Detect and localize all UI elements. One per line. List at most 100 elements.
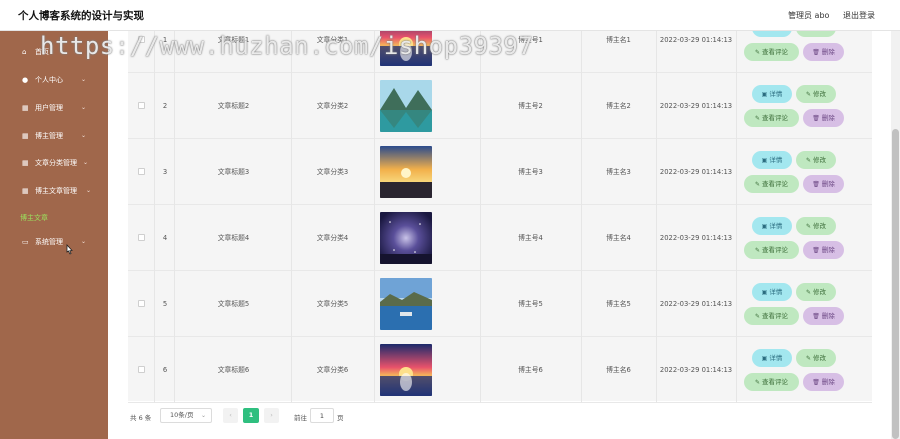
detail-label: 详情: [769, 288, 783, 296]
detail-button[interactable]: ▣详情: [752, 31, 792, 37]
edit-button[interactable]: ✎修改: [796, 217, 836, 235]
article-category: 文章分类5: [316, 300, 349, 308]
scrollbar-thumb[interactable]: [892, 129, 899, 439]
pencil-icon: ✎: [805, 355, 812, 362]
view-comments-button[interactable]: ✎ 查看评论: [744, 373, 799, 391]
delete-button[interactable]: 🗑 删除: [803, 241, 844, 259]
sidebar-item-categories[interactable]: ▦ 文章分类管理 ⌄: [0, 154, 108, 172]
pencil-icon: ✎: [754, 181, 761, 188]
sidebar-item-label: 用户管理: [35, 104, 63, 112]
page-number-current[interactable]: 1: [243, 408, 259, 423]
grid-icon: ▦: [22, 187, 29, 195]
column-divider: [374, 139, 375, 205]
page-size-select[interactable]: 10条/页 ⌄: [160, 408, 212, 423]
monitor-icon: ▭: [22, 238, 29, 246]
column-divider: [374, 271, 375, 337]
detail-icon: ▣: [761, 91, 768, 98]
column-divider: [374, 73, 375, 139]
column-divider: [154, 205, 155, 271]
delete-button[interactable]: 🗑 删除: [803, 43, 844, 61]
chevron-down-icon: ⌄: [81, 132, 87, 139]
row-checkbox[interactable]: [138, 102, 145, 109]
next-page-button[interactable]: ›: [264, 408, 279, 423]
pagination: 共 6 条 10条/页 ⌄ ‹ 1 › 前往 页: [130, 408, 530, 424]
row-checkbox[interactable]: [138, 300, 145, 307]
blogger-account: 博主号3: [518, 168, 543, 176]
delete-label: 删除: [821, 48, 835, 56]
sidebar-item-system[interactable]: ▭ 系统管理 ⌄: [0, 233, 108, 251]
view-comments-button[interactable]: ✎ 查看评论: [744, 43, 799, 61]
detail-button[interactable]: ▣详情: [752, 349, 792, 367]
sidebar-item-home[interactable]: ⌂ 首页: [0, 43, 108, 61]
column-divider: [154, 271, 155, 337]
chevron-down-icon: ⌄: [81, 238, 87, 245]
detail-icon: ▣: [762, 31, 768, 32]
grid-icon: ▦: [22, 132, 29, 140]
article-title: 文章标题3: [217, 168, 250, 176]
sidebar-item-users[interactable]: ▦ 用户管理 ⌄: [0, 99, 108, 117]
pencil-icon: ✎: [805, 223, 812, 230]
detail-button[interactable]: ▣详情: [752, 217, 792, 235]
blogger-account: 博主号1: [518, 36, 543, 44]
trash-icon: 🗑: [812, 115, 820, 122]
blogger-account: 博主号6: [518, 366, 543, 374]
row-checkbox[interactable]: [138, 168, 145, 175]
blogger-name: 博主名2: [606, 102, 631, 110]
column-divider: [736, 271, 737, 337]
detail-button[interactable]: ▣详情: [752, 283, 792, 301]
view-comments-button[interactable]: ✎ 查看评论: [744, 241, 799, 259]
article-title: 文章标题2: [217, 102, 250, 110]
sidebar-item-articles[interactable]: 博主文章: [0, 209, 108, 227]
detail-label: 详情: [769, 90, 783, 98]
sidebar-item-label: 博主文章管理: [35, 187, 77, 195]
edit-button[interactable]: ✎修改: [796, 151, 836, 169]
detail-label: 详情: [769, 156, 783, 164]
article-image: [380, 212, 432, 264]
sidebar-item-label: 博主管理: [35, 132, 63, 140]
column-divider: [174, 337, 175, 403]
trash-icon: 🗑: [812, 379, 820, 386]
detail-button[interactable]: ▣详情: [752, 85, 792, 103]
view-comments-button[interactable]: ✎ 查看评论: [744, 307, 799, 325]
chevron-down-icon: ⌄: [200, 412, 206, 419]
edit-button[interactable]: ✎修改: [796, 349, 836, 367]
row-index: 2: [162, 102, 168, 110]
row-index: 5: [162, 300, 168, 308]
goto-page-input[interactable]: [310, 408, 334, 423]
delete-button[interactable]: 🗑 删除: [803, 307, 844, 325]
articles-table: 1文章标题1文章分类1博主号1博主名12022-03-29 01:14:13▣详…: [128, 31, 872, 403]
delete-button[interactable]: 🗑 删除: [803, 373, 844, 391]
row-checkbox[interactable]: [138, 366, 145, 373]
publish-time: 2022-03-29 01:14:13: [659, 36, 733, 44]
delete-button[interactable]: 🗑 删除: [803, 109, 844, 127]
edit-button[interactable]: ✎修改: [796, 31, 836, 37]
column-divider: [154, 337, 155, 403]
view-comments-button[interactable]: ✎ 查看评论: [744, 109, 799, 127]
sidebar-item-profile[interactable]: ● 个人中心 ⌄: [0, 71, 108, 89]
view-comments-label: 查看评论: [762, 180, 789, 188]
sidebar-item-label: 首页: [35, 48, 49, 56]
sidebar-item-articles-manage[interactable]: ▦ 博主文章管理 ⌄: [0, 182, 108, 200]
detail-icon: ▣: [761, 289, 768, 296]
view-comments-button[interactable]: ✎ 查看评论: [744, 175, 799, 193]
row-checkbox[interactable]: [138, 234, 145, 241]
delete-label: 删除: [821, 312, 835, 320]
edit-button[interactable]: ✎修改: [796, 85, 836, 103]
detail-button[interactable]: ▣详情: [752, 151, 792, 169]
edit-button[interactable]: ✎修改: [796, 283, 836, 301]
total-count: 共 6 条: [130, 414, 152, 422]
column-divider: [736, 31, 737, 73]
prev-page-button[interactable]: ‹: [223, 408, 238, 423]
logout-button[interactable]: 退出登录: [843, 10, 875, 21]
row-checkbox[interactable]: [138, 36, 145, 43]
column-divider: [736, 139, 737, 205]
sidebar-item-label: 个人中心: [35, 76, 63, 84]
delete-button[interactable]: 🗑 删除: [803, 175, 844, 193]
sidebar-item-bloggers[interactable]: ▦ 博主管理 ⌄: [0, 127, 108, 145]
blogger-name: 博主名5: [606, 300, 631, 308]
vertical-scrollbar[interactable]: [891, 31, 900, 439]
edit-label: 修改: [813, 354, 827, 362]
article-category: 文章分类2: [316, 102, 349, 110]
sidebar-item-label: 博主文章: [20, 214, 48, 222]
column-divider: [736, 73, 737, 139]
